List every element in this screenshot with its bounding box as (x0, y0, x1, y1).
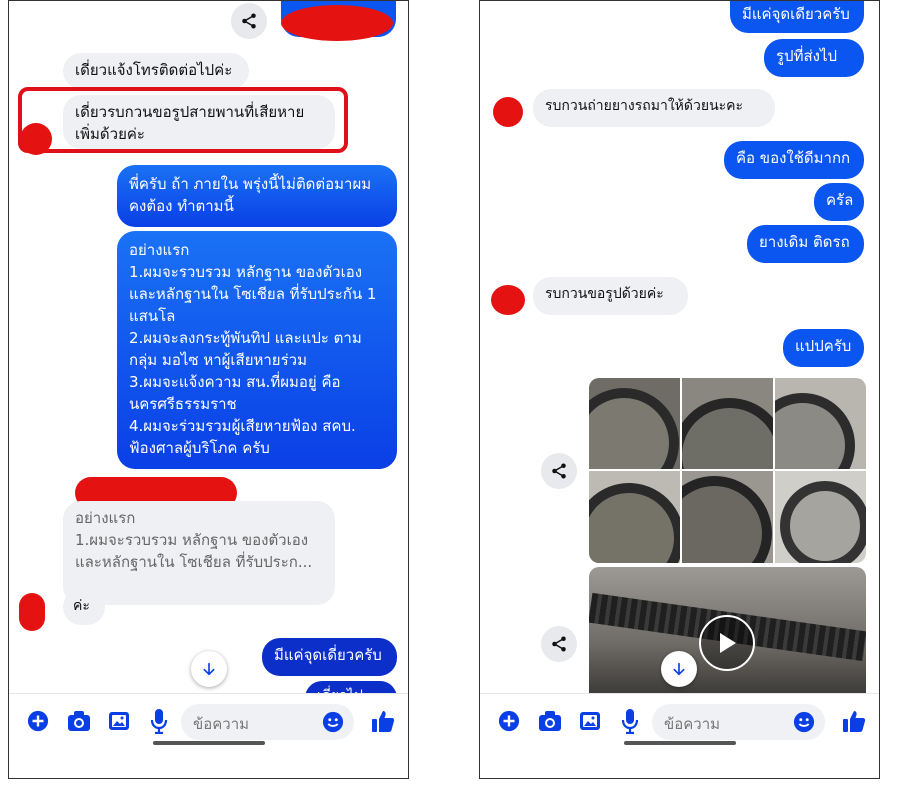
message-input-placeholder: ข้อความ (664, 715, 721, 733)
scroll-down-button[interactable] (191, 651, 227, 687)
tire-photo[interactable] (682, 378, 773, 469)
microphone-icon (150, 709, 168, 734)
outgoing-message: มีแค่จุดเดี่ยวครับ (262, 638, 397, 676)
avatar-redacted (20, 123, 52, 155)
outgoing-message: พี่ครับ ถ้า ภายใน พรุ่งนี้ไม่ติดต่อมาผมค… (117, 165, 397, 227)
outgoing-message: รูปที่ส่งไป (764, 39, 864, 77)
camera-icon (539, 711, 561, 731)
like-button[interactable] (371, 708, 395, 734)
message-input[interactable]: ข้อความ (181, 704, 354, 740)
chevron-down-icon (673, 662, 685, 676)
video-attachment[interactable] (589, 567, 866, 695)
share-icon (242, 13, 256, 29)
outgoing-message: ยางเดิม ติดรถ (747, 225, 864, 263)
plus-button[interactable] (498, 710, 520, 732)
chevron-down-icon (203, 662, 215, 676)
tire-photo[interactable] (775, 378, 866, 469)
thumbs-up-icon (372, 711, 395, 732)
microphone-button[interactable] (621, 708, 639, 734)
outgoing-message: มีแค่จุดเดียวครับ (730, 1, 864, 33)
camera-button[interactable] (538, 710, 562, 732)
home-indicator (624, 741, 736, 745)
message-input-placeholder: ข้อความ (193, 715, 250, 733)
play-button[interactable] (699, 615, 755, 671)
tire-photo[interactable] (682, 471, 773, 563)
message-composer: ข้อความ (9, 693, 408, 754)
home-indicator (153, 741, 265, 745)
camera-icon (68, 711, 90, 731)
plus-button[interactable] (27, 710, 49, 732)
incoming-message: รบกวนถ่ายยางรถมาให้ด้วยนะคะ (533, 89, 775, 127)
share-button[interactable] (231, 3, 267, 39)
image-icon (109, 712, 129, 730)
scroll-down-button[interactable] (661, 651, 697, 687)
gallery-button[interactable] (108, 710, 130, 732)
like-button[interactable] (842, 708, 866, 734)
message-input[interactable]: ข้อความ (652, 704, 825, 740)
microphone-icon (621, 709, 639, 734)
tire-photo[interactable] (775, 471, 866, 563)
microphone-button[interactable] (150, 708, 168, 734)
left-chat-screen: เดี่ยวแจ้งโทรติดต่อไปค่ะ เดี่ยวรบกวนขอรู… (8, 0, 409, 779)
redaction-mark (281, 5, 393, 41)
reply-message: ค่ะ (63, 589, 105, 625)
plus-circle-icon (498, 710, 520, 732)
message-composer: ข้อความ (480, 693, 879, 754)
photo-grid[interactable] (589, 378, 866, 563)
avatar-redacted (491, 285, 525, 315)
share-icon (552, 636, 566, 652)
avatar-redacted (19, 593, 45, 631)
outgoing-message: อย่างแรก 1.ผมจะรวบรวม หลักฐาน ของตัวเองแ… (117, 231, 397, 469)
play-icon (720, 633, 736, 653)
incoming-message: เดี่ยวรบกวนขอรูปสายพานที่เสียหายเพิ่มด้ว… (63, 95, 335, 149)
emoji-icon[interactable] (322, 711, 344, 733)
incoming-message: รบกวนขอรูปด้วยค่ะ (533, 277, 688, 315)
right-chat-screen: มีแค่จุดเดียวครับ รูปที่ส่งไป รบกวนถ่ายย… (479, 0, 880, 779)
emoji-icon[interactable] (793, 711, 815, 733)
image-icon (580, 712, 600, 730)
incoming-message: เดี่ยวแจ้งโทรติดต่อไปค่ะ (63, 53, 249, 89)
share-button[interactable] (541, 626, 577, 662)
share-button[interactable] (541, 453, 577, 489)
tire-photo[interactable] (589, 378, 680, 469)
plus-circle-icon (27, 710, 49, 732)
thumbs-up-icon (843, 711, 866, 732)
share-icon (552, 463, 566, 479)
camera-button[interactable] (67, 710, 91, 732)
outgoing-message: ครัล (814, 183, 864, 221)
avatar-redacted (493, 97, 523, 127)
outgoing-message: แปปครับ (783, 329, 864, 367)
tire-photo[interactable] (589, 471, 680, 563)
gallery-button[interactable] (579, 710, 601, 732)
outgoing-message: คือ ของใช้ดีมากก (724, 141, 864, 179)
quoted-message: อย่างแรก 1.ผมจะรวบรวม หลักฐาน ของตัวเองแ… (63, 501, 335, 605)
